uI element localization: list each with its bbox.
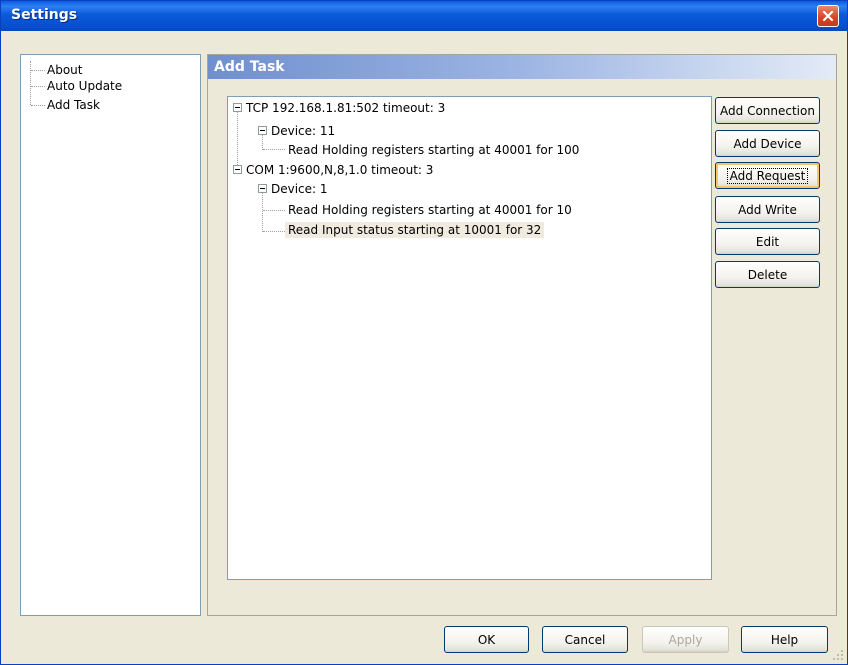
- help-button[interactable]: Help: [741, 626, 828, 653]
- tree-node-device[interactable]: Device: 1: [268, 181, 331, 197]
- cancel-button[interactable]: Cancel: [542, 626, 628, 653]
- button-label: Edit: [755, 235, 780, 249]
- tree-connector: [263, 149, 285, 150]
- collapse-toggle-icon[interactable]: [258, 184, 267, 193]
- settings-dialog: Settings About Auto Update Add Task Add …: [0, 0, 848, 665]
- button-label: Delete: [747, 268, 788, 282]
- settings-nav-tree[interactable]: About Auto Update Add Task: [20, 54, 201, 616]
- task-tree-view[interactable]: TCP 192.168.1.81:502 timeout: 3 Device: …: [227, 96, 712, 580]
- button-label: Apply: [668, 633, 703, 647]
- close-icon: [822, 10, 834, 22]
- resize-grip-icon[interactable]: [831, 648, 845, 662]
- add-request-button[interactable]: Add Request: [715, 162, 820, 189]
- add-device-button[interactable]: Add Device: [715, 130, 820, 157]
- tree-connector: [263, 231, 285, 232]
- window-title: Settings: [11, 7, 78, 23]
- close-button[interactable]: [817, 5, 839, 27]
- panel-title: Add Task: [214, 59, 285, 75]
- edit-button[interactable]: Edit: [715, 228, 820, 255]
- tree-connector: [263, 210, 285, 211]
- panel-header: Add Task: [208, 55, 836, 79]
- tree-node-request[interactable]: Read Holding registers starting at 40001…: [285, 142, 582, 158]
- title-bar[interactable]: Settings: [1, 1, 847, 31]
- button-label: Add Device: [733, 137, 802, 151]
- nav-item-about[interactable]: About: [47, 62, 82, 78]
- collapse-toggle-icon[interactable]: [233, 165, 242, 174]
- tree-connector: [237, 112, 238, 165]
- tree-connector: [30, 61, 31, 105]
- collapse-toggle-icon[interactable]: [233, 103, 242, 112]
- nav-item-add-task[interactable]: Add Task: [47, 97, 100, 113]
- tree-node-connection[interactable]: TCP 192.168.1.81:502 timeout: 3: [243, 100, 448, 116]
- tree-node-request-selected[interactable]: Read Input status starting at 10001 for …: [285, 222, 545, 238]
- tree-node-connection[interactable]: COM 1:9600,N,8,1.0 timeout: 3: [243, 162, 436, 178]
- button-label: Help: [770, 633, 799, 647]
- apply-button[interactable]: Apply: [642, 626, 729, 653]
- tree-connector: [262, 135, 263, 150]
- tree-node-device[interactable]: Device: 11: [268, 123, 338, 139]
- tree-node-request[interactable]: Read Holding registers starting at 40001…: [285, 202, 575, 218]
- tree-connector: [31, 105, 45, 106]
- tree-connector: [31, 70, 45, 71]
- button-label: OK: [477, 633, 496, 647]
- add-write-button[interactable]: Add Write: [715, 196, 820, 223]
- tree-connector: [262, 193, 263, 232]
- button-label: Add Write: [738, 203, 797, 217]
- nav-item-auto-update[interactable]: Auto Update: [47, 78, 122, 94]
- button-label: Add Connection: [720, 104, 815, 118]
- tree-connector: [31, 86, 45, 87]
- button-label: Add Request: [726, 168, 809, 184]
- ok-button[interactable]: OK: [444, 626, 529, 653]
- delete-button[interactable]: Delete: [715, 261, 820, 288]
- collapse-toggle-icon[interactable]: [258, 126, 267, 135]
- button-label: Cancel: [564, 633, 606, 647]
- add-connection-button[interactable]: Add Connection: [715, 97, 820, 124]
